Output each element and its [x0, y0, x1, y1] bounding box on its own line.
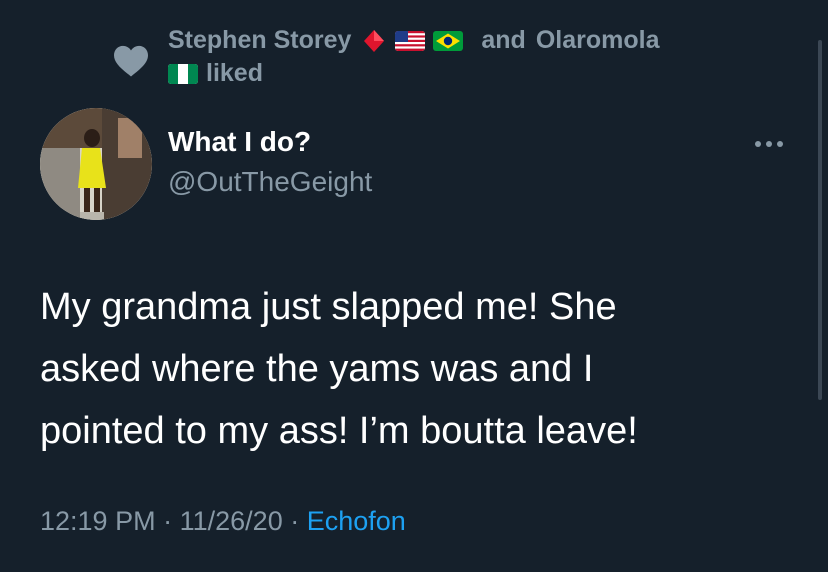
heart-icon — [114, 45, 148, 77]
meta-separator: · — [163, 506, 173, 536]
liker-name-1[interactable]: Stephen Storey — [168, 24, 351, 57]
tweet-meta: 12:19 PM · 11/26/20 · Echofon — [40, 506, 406, 537]
more-options-icon[interactable] — [752, 134, 786, 154]
author-handle[interactable]: @OutTheGeight — [168, 166, 372, 198]
context-connector: and — [481, 26, 526, 54]
scrollbar[interactable] — [818, 40, 822, 400]
liker-name-2[interactable]: Olaromola — [536, 24, 660, 57]
avatar[interactable] — [40, 108, 152, 220]
us-flag-icon — [395, 30, 426, 51]
red-diamond-icon — [364, 29, 385, 52]
context-text: Stephen Storey and Olaromola liked — [168, 24, 768, 90]
social-context: Stephen Storey and Olaromola liked — [0, 24, 828, 94]
tweet-date[interactable]: 11/26/20 — [180, 506, 283, 536]
tweet-text: My grandma just slapped me! She asked wh… — [40, 286, 638, 452]
author-name[interactable]: What I do? — [168, 126, 311, 158]
context-action: liked — [206, 59, 263, 87]
brazil-flag-icon — [433, 30, 464, 51]
tweet-time[interactable]: 12:19 PM — [40, 506, 156, 536]
nigeria-flag-icon — [168, 63, 198, 84]
meta-separator: · — [290, 506, 300, 536]
tweet-source-link[interactable]: Echofon — [307, 506, 406, 536]
avatar-image — [40, 108, 152, 220]
